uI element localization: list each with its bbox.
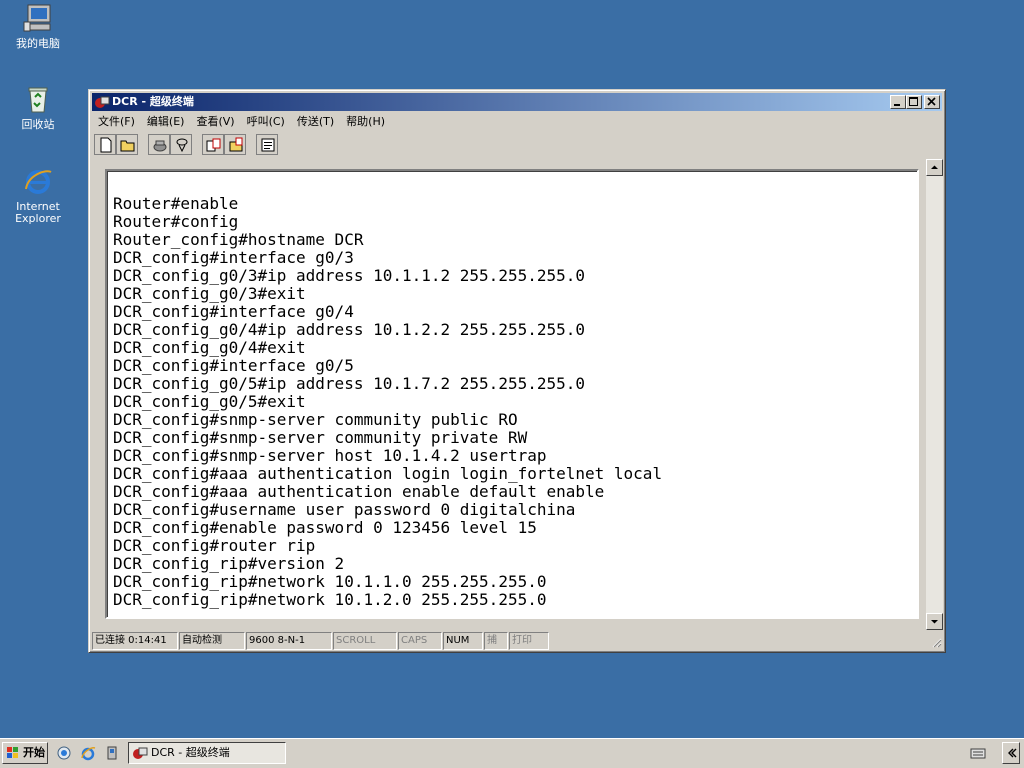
vertical-scrollbar[interactable] [926, 159, 943, 630]
menu-bar: 文件(F) 编辑(E) 查看(V) 呼叫(C) 传送(T) 帮助(H) [92, 112, 942, 131]
open-folder-icon [120, 140, 135, 152]
scroll-up-button[interactable] [926, 159, 943, 176]
close-button[interactable] [924, 95, 940, 109]
minimize-button[interactable] [890, 95, 906, 109]
arrow-down-icon [931, 620, 938, 624]
hyperterminal-task-icon [133, 747, 148, 759]
terminal-client-area: Router#enable Router#config Router_config#… [92, 159, 944, 630]
terminal-line: Router#config [113, 212, 239, 231]
hyperterminal-app-icon[interactable] [94, 94, 110, 110]
quick-launch-desktop-icon[interactable] [104, 745, 120, 761]
status-bar: 已连接 0:14:41 自动检测 9600 8-N-1 SCROLL CAPS … [92, 632, 942, 650]
status-num: NUM [443, 632, 483, 650]
status-print: 打印 [509, 632, 549, 650]
send-button[interactable] [202, 134, 224, 155]
start-button[interactable]: 开始 [2, 742, 48, 764]
terminal-line: DCR_config#interface g0/4 [113, 302, 354, 321]
menu-view[interactable]: 查看(V) [190, 113, 240, 130]
scroll-down-button[interactable] [926, 613, 943, 630]
taskbar-button-hyperterminal[interactable]: DCR - 超级终端 [128, 742, 286, 764]
terminal-line: DCR_config_g0/3#ip address 10.1.1.2 255.… [113, 266, 586, 285]
terminal-line: DCR_config#router rip [113, 536, 316, 555]
terminal-line: DCR_config#interface g0/5 [113, 356, 354, 375]
windows-flag-icon [7, 747, 18, 758]
terminal-line: DCR_config#aaa authentication login logi… [113, 464, 663, 483]
desktop-icon-my-computer[interactable]: 我的电脑 [0, 2, 76, 50]
properties-button[interactable] [256, 134, 278, 155]
terminal-line: DCR_config_rip#network 10.1.1.0 255.255.… [113, 572, 547, 591]
menu-transfer[interactable]: 传送(T) [291, 113, 340, 130]
terminal-line: DCR_config_rip#version 2 [113, 554, 345, 573]
close-icon [927, 97, 936, 106]
terminal-line: DCR_config#enable password 0 123456 leve… [113, 518, 537, 537]
call-button[interactable] [148, 134, 170, 155]
quick-launch-internet-explorer-icon[interactable] [80, 745, 96, 761]
desktop-icon-label: 我的电脑 [16, 37, 60, 50]
open-button[interactable] [116, 134, 138, 155]
recycle-bin-icon [22, 83, 54, 115]
receive-icon [229, 137, 243, 152]
terminal-line: DCR_config#snmp-server host 10.1.4.2 use… [113, 446, 547, 465]
terminal-line: DCR_config#aaa authentication enable def… [113, 482, 605, 501]
terminal-line: Router#enable [113, 195, 239, 213]
resize-grip-icon[interactable] [930, 636, 942, 648]
terminal-line: DCR_config#username user password 0 digi… [113, 500, 576, 519]
terminal-line: DCR_config_g0/4#ip address 10.1.2.2 255.… [113, 320, 586, 339]
terminal-screen[interactable]: Router#enable Router#config Router_config#… [105, 169, 919, 619]
window-title: DCR - 超级终端 [112, 95, 194, 108]
terminal-line: DCR_config_rip#network 10.1.2.0 255.255.… [113, 590, 547, 609]
disconnect-button[interactable] [170, 134, 192, 155]
tray-expand-button[interactable] [1002, 742, 1020, 764]
arrow-up-icon [931, 165, 938, 169]
menu-call[interactable]: 呼叫(C) [241, 113, 291, 130]
terminal-line: DCR_config_g0/4#exit [113, 338, 306, 357]
terminal-line: DCR_config_g0/3#exit [113, 284, 306, 303]
desktop-icon-recycle-bin[interactable]: 回收站 [0, 83, 76, 131]
toolbar [92, 133, 942, 157]
status-port: 9600 8-N-1 [246, 632, 332, 650]
terminal-line: DCR_config#snmp-server community private… [113, 428, 528, 447]
terminal-line: DCR_config_g0/5#ip address 10.1.7.2 255.… [113, 374, 586, 393]
maximize-icon [909, 97, 918, 106]
new-file-icon [100, 137, 112, 153]
keyboard-icon[interactable] [970, 746, 986, 760]
menu-help[interactable]: 帮助(H) [340, 113, 391, 130]
status-capture: 捕 [484, 632, 508, 650]
taskbar: 开始 DCR - 超级终端 [0, 738, 1024, 768]
chevron-left-icon [1008, 748, 1017, 758]
status-detect: 自动检测 [179, 632, 245, 650]
terminal-line: Router_config#hostname DCR [113, 230, 364, 249]
terminal-line: DCR_config#snmp-server community public … [113, 410, 518, 429]
start-label: 开始 [23, 746, 45, 759]
my-computer-icon [22, 2, 54, 34]
status-caps: CAPS [398, 632, 442, 650]
status-connected: 已连接 0:14:41 [92, 632, 178, 650]
desktop-icon-label: 回收站 [21, 118, 55, 131]
menu-file[interactable]: 文件(F) [92, 113, 141, 130]
properties-icon [261, 138, 275, 152]
new-file-button[interactable] [94, 134, 116, 155]
desktop-icon-internet-explorer[interactable]: Internet Explorer [0, 165, 76, 225]
terminal-line: DCR_config#interface g0/3 [113, 248, 354, 267]
disconnect-icon [176, 138, 188, 153]
hyperterminal-window: DCR - 超级终端 文件(F) 编辑(E) 查看(V) 呼叫(C) 传送(T)… [88, 89, 946, 653]
terminal-line: DCR_config_g0/5#exit [113, 392, 306, 411]
maximize-button[interactable] [906, 95, 922, 109]
menu-edit[interactable]: 编辑(E) [141, 113, 191, 130]
internet-explorer-icon [22, 165, 54, 197]
call-icon [153, 140, 167, 152]
window-titlebar[interactable]: DCR - 超级终端 [92, 93, 942, 111]
taskbar-button-label: DCR - 超级终端 [151, 746, 230, 759]
quick-launch-ie-settings-icon[interactable] [56, 745, 72, 761]
send-icon [206, 138, 221, 152]
receive-button[interactable] [224, 134, 246, 155]
minimize-icon [894, 104, 900, 106]
status-scroll: SCROLL [333, 632, 397, 650]
desktop-icon-label: Internet Explorer [15, 200, 61, 225]
terminal-output: Router#enable Router#config Router_config#… [113, 195, 913, 613]
